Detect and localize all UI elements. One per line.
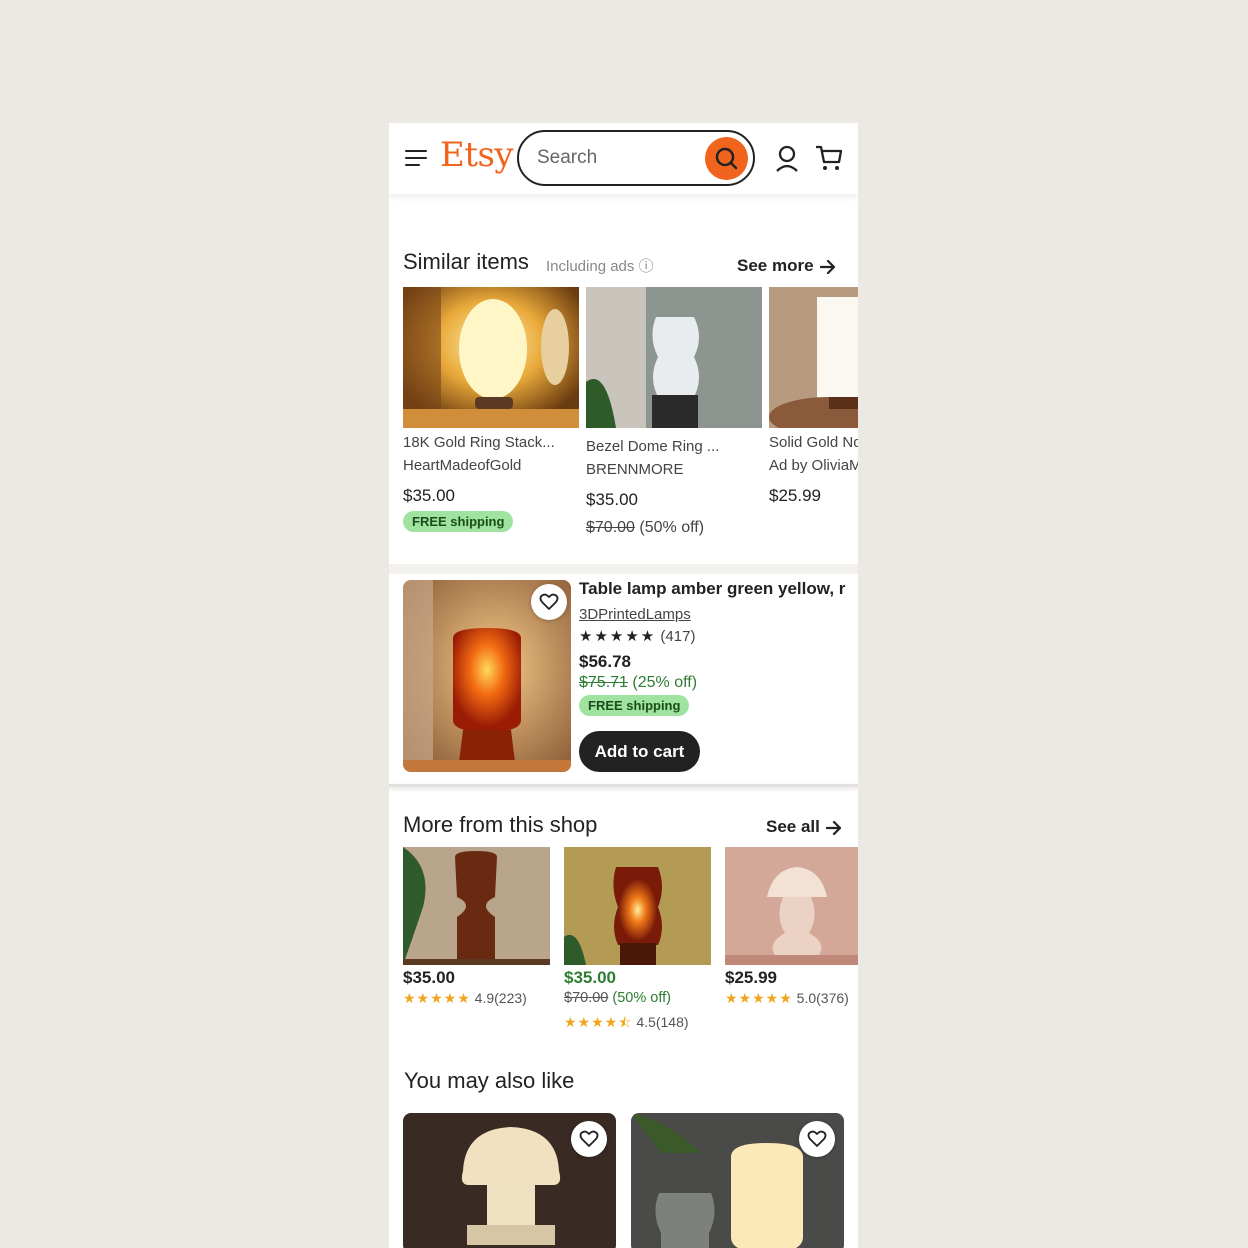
- star-rating-icon: ★★★★⯪: [564, 1014, 633, 1030]
- original-price: $70.00: [586, 519, 635, 536]
- section-divider: [389, 784, 858, 787]
- shop-name: BRENNMORE: [586, 461, 684, 478]
- free-shipping-badge: FREE shipping: [403, 511, 514, 532]
- star-rating-icon: ★★★★★: [403, 990, 471, 1006]
- free-shipping-badge: FREE shipping: [579, 695, 690, 716]
- rating-value: 5.0: [796, 990, 817, 1006]
- including-ads-note[interactable]: Including ads ⓘ: [546, 255, 654, 276]
- etsy-logo[interactable]: Etsy: [440, 135, 514, 175]
- featured-product-image[interactable]: [403, 580, 571, 772]
- hamburger-menu-icon[interactable]: [405, 147, 429, 169]
- featured-price: $56.78: [579, 652, 631, 671]
- featured-rating: ★★★★★ (417): [579, 627, 695, 645]
- similar-item-card[interactable]: Solid Gold Nc Ad by OliviaM $25.99: [769, 287, 858, 505]
- discount-percent: (25% off): [632, 674, 698, 691]
- shop-name: HeartMadeofGold: [403, 457, 522, 474]
- similar-items-title: Similar items: [403, 249, 529, 274]
- shop-item-card[interactable]: $35.00 ★★★★★ 4.9(223): [403, 847, 550, 1006]
- original-price-row: $70.00 (50% off): [564, 990, 671, 1006]
- search-button[interactable]: [705, 137, 748, 180]
- rating-count: (223): [494, 990, 527, 1006]
- rating-value: 4.5: [636, 1014, 656, 1030]
- similar-item-card[interactable]: 18K Gold Ring Stack... HeartMadeofGold $…: [403, 287, 579, 532]
- see-all-label: See all: [766, 817, 820, 836]
- user-account-icon[interactable]: [775, 145, 799, 173]
- heart-icon: [539, 593, 559, 610]
- product-image[interactable]: [564, 847, 711, 965]
- favorite-button[interactable]: [799, 1121, 835, 1157]
- search-input[interactable]: [537, 144, 687, 172]
- recommended-item-card[interactable]: [403, 1113, 616, 1248]
- arrow-right-icon: [819, 259, 835, 275]
- shopping-cart-icon[interactable]: [815, 144, 843, 172]
- product-image[interactable]: [403, 287, 579, 428]
- product-price: $35.00: [403, 486, 455, 505]
- more-from-shop-title: More from this shop: [403, 812, 598, 837]
- product-rating: ★★★★★ 4.9(223): [403, 990, 527, 1007]
- recommended-item-card[interactable]: [631, 1113, 844, 1248]
- product-rating: ★★★★★ 5.0(376): [725, 990, 849, 1007]
- see-more-link[interactable]: See more: [737, 256, 836, 276]
- similar-item-card[interactable]: Bezel Dome Ring ... BRENNMORE $35.00 $70…: [586, 287, 762, 536]
- product-price: $35.00: [403, 968, 455, 987]
- shop-item-card[interactable]: $35.00 $70.00 (50% off) ★★★★⯪ 4.5(148): [564, 847, 711, 1030]
- discount-percent: (50% off): [639, 519, 705, 536]
- star-rating-icon: ★★★★★: [579, 628, 657, 645]
- product-price: $25.99: [725, 968, 777, 987]
- section-divider: [389, 564, 858, 574]
- favorite-button[interactable]: [571, 1121, 607, 1157]
- product-image[interactable]: [769, 287, 858, 428]
- original-price: $70.00: [564, 990, 609, 1006]
- top-header: Etsy: [389, 123, 858, 194]
- review-count: (417): [660, 628, 696, 645]
- you-may-also-like-title: You may also like: [404, 1068, 575, 1093]
- product-image[interactable]: [403, 847, 550, 965]
- rating-value: 4.9: [474, 990, 495, 1006]
- rating-count: (148): [655, 1014, 689, 1030]
- product-rating: ★★★★⯪ 4.5(148): [564, 1012, 689, 1036]
- phone-screen: Etsy Similar items Including ads ⓘ See m…: [389, 123, 858, 1248]
- star-rating-icon: ★★★★★: [725, 990, 793, 1006]
- product-title[interactable]: 18K Gold Ring Stack...: [403, 434, 573, 451]
- product-title[interactable]: Solid Gold Nc: [769, 434, 858, 451]
- featured-product-title[interactable]: Table lamp amber green yellow, r: [579, 579, 858, 599]
- arrow-right-icon: [825, 820, 841, 836]
- heart-icon: [807, 1130, 827, 1147]
- product-price: $35.00: [586, 490, 638, 509]
- shop-item-card[interactable]: $25.99 ★★★★★ 5.0(376): [725, 847, 858, 1006]
- product-title[interactable]: Bezel Dome Ring ...: [586, 438, 756, 455]
- product-image[interactable]: [586, 287, 762, 428]
- original-price-row: $70.00 (50% off): [586, 519, 704, 537]
- see-more-label: See more: [737, 256, 814, 275]
- featured-shop-link[interactable]: 3DPrintedLamps: [579, 606, 691, 623]
- original-price: $75.71: [579, 674, 628, 691]
- search-bar: [517, 130, 755, 186]
- product-price: $35.00: [564, 968, 616, 987]
- discount-percent: (50% off): [612, 990, 671, 1006]
- add-to-cart-button[interactable]: Add to cart: [579, 731, 700, 772]
- shop-name: Ad by OliviaM: [769, 457, 858, 474]
- product-image[interactable]: [725, 847, 858, 965]
- product-price: $25.99: [769, 486, 821, 505]
- heart-icon: [579, 1130, 599, 1147]
- rating-count: (376): [816, 990, 849, 1006]
- search-icon: [715, 147, 738, 170]
- favorite-button[interactable]: [531, 584, 567, 620]
- featured-original-price-row: $75.71 (25% off): [579, 674, 697, 692]
- see-all-link[interactable]: See all: [766, 817, 842, 837]
